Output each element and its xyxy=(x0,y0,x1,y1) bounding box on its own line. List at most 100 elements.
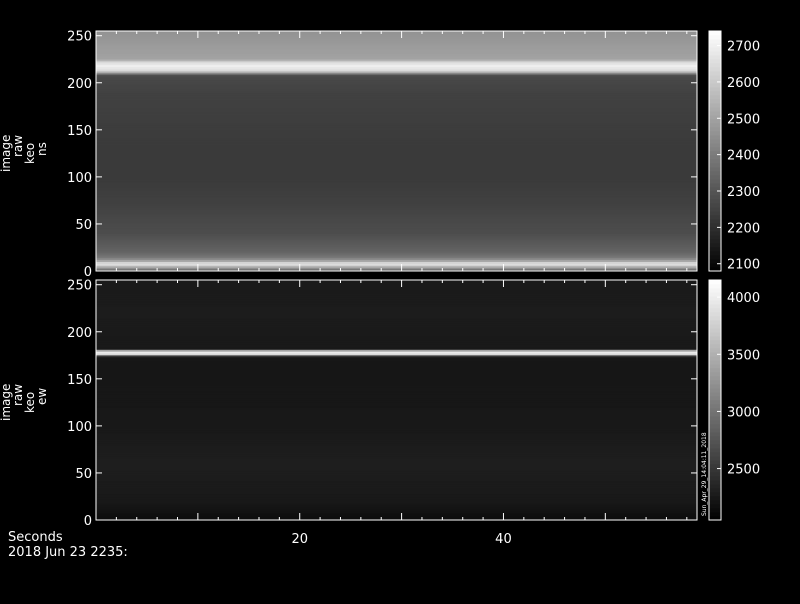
colorbar-segment xyxy=(709,195,721,200)
colorbar-segment xyxy=(709,91,721,96)
colorbar-segment xyxy=(709,179,721,184)
colorbar-segment xyxy=(709,288,721,293)
colorbar-segment xyxy=(709,139,721,144)
colorbar-segment xyxy=(709,436,721,441)
colorbar-segment xyxy=(709,476,721,481)
ylabel-line: ns xyxy=(35,142,49,156)
colorbar-segment xyxy=(709,191,721,196)
colorbar-segment xyxy=(709,492,721,497)
y-tick-label: 100 xyxy=(67,420,92,435)
colorbar-segment xyxy=(709,472,721,477)
colorbar-segment xyxy=(709,203,721,208)
colorbar-tick-label: 2600 xyxy=(727,76,760,91)
colorbar-segment xyxy=(709,432,721,437)
y-tick-label: 150 xyxy=(67,373,92,388)
colorbar-segment xyxy=(709,219,721,224)
colorbar-segment xyxy=(709,99,721,104)
colorbar-segment xyxy=(709,83,721,88)
colorbar-segment xyxy=(709,284,721,289)
colorbar-segment xyxy=(709,103,721,108)
colorbar-segment xyxy=(709,388,721,393)
colorbar-segment xyxy=(709,292,721,297)
colorbar-segment xyxy=(709,392,721,397)
colorbar-segment xyxy=(709,111,721,116)
colorbar-segment xyxy=(709,135,721,140)
colorbar-segment xyxy=(709,247,721,252)
colorbar-segment xyxy=(709,324,721,329)
colorbar-segment xyxy=(709,416,721,421)
colorbar-segment xyxy=(709,400,721,405)
colorbar-segment xyxy=(709,480,721,485)
colorbar-segment xyxy=(709,444,721,449)
colorbar-segment xyxy=(709,440,721,445)
colorbar-segment xyxy=(709,119,721,124)
colorbar-segment xyxy=(709,163,721,168)
colorbar-segment xyxy=(709,420,721,425)
colorbar-segment xyxy=(709,123,721,128)
colorbar-segment xyxy=(709,223,721,228)
colorbar-segment xyxy=(709,71,721,76)
y-tick-label: 200 xyxy=(67,326,92,341)
colorbar-segment xyxy=(709,364,721,369)
colorbar-segment xyxy=(709,412,721,417)
colorbar-segment xyxy=(709,127,721,132)
top-panel-ylabel: image raw keo ns xyxy=(0,135,49,172)
colorbar-segment xyxy=(709,332,721,337)
colorbar-segment xyxy=(709,47,721,52)
colorbar-segment xyxy=(709,131,721,136)
colorbar-segment xyxy=(709,340,721,345)
colorbar-segment xyxy=(709,67,721,72)
colorbar-segment xyxy=(709,484,721,489)
colorbar-segment xyxy=(709,183,721,188)
colorbar-tick-label: 2100 xyxy=(727,258,760,273)
y-tick-label: 50 xyxy=(75,467,92,482)
x-axis-label: Seconds xyxy=(8,530,63,545)
colorbar-segment xyxy=(709,235,721,240)
colorbar-segment xyxy=(709,87,721,92)
colorbar-segment xyxy=(709,504,721,509)
colorbar-segment xyxy=(709,428,721,433)
y-tick-label: 100 xyxy=(67,171,92,186)
keogram-figure: 0 50 100 150 200 250 2100 2200 2300 2400 2500 2600 2… xyxy=(0,0,800,600)
y-tick-label: 200 xyxy=(67,77,92,92)
colorbar-segment xyxy=(709,384,721,389)
y-tick-label: 250 xyxy=(67,279,92,294)
colorbar-segment xyxy=(709,75,721,80)
colorbar-segment xyxy=(709,143,721,148)
x-tick-label: 40 xyxy=(495,532,512,547)
colorbar-segment xyxy=(709,448,721,453)
colorbar-segment xyxy=(709,280,721,285)
y-tick-label: 0 xyxy=(84,514,92,529)
colorbar-segment xyxy=(709,300,721,305)
colorbar-segment xyxy=(709,239,721,244)
colorbar-segment xyxy=(709,336,721,341)
colorbar-segment xyxy=(709,147,721,152)
colorbar-segment xyxy=(709,312,721,317)
colorbar-segment xyxy=(709,31,721,36)
colorbar-segment xyxy=(709,396,721,401)
colorbar-segment xyxy=(709,460,721,465)
colorbar-segment xyxy=(709,356,721,361)
x-tick-label: 20 xyxy=(291,532,308,547)
colorbar-segment xyxy=(709,316,721,321)
figure-canvas: 0 50 100 150 200 250 2100 2200 2300 2400 2500 2600 2… xyxy=(67,30,760,547)
colorbar-segment xyxy=(709,59,721,64)
colorbar-segment xyxy=(709,51,721,56)
colorbar-tick-label: 4000 xyxy=(727,291,760,306)
colorbar-segment xyxy=(709,107,721,112)
colorbar-segment xyxy=(709,320,721,325)
colorbar-segment xyxy=(709,424,721,429)
colorbar-segment xyxy=(709,508,721,513)
colorbar-segment xyxy=(709,496,721,501)
colorbar-segment xyxy=(709,404,721,409)
colorbar-segment xyxy=(709,231,721,236)
colorbar-segment xyxy=(709,452,721,457)
colorbar-segment xyxy=(709,95,721,100)
ylabel-line: ew xyxy=(35,387,49,405)
y-tick-label: 150 xyxy=(67,124,92,139)
colorbar-segment xyxy=(709,39,721,44)
colorbar-segment xyxy=(709,328,721,333)
colorbar-segment xyxy=(709,215,721,220)
colorbar-segment xyxy=(709,348,721,353)
colorbar-segment xyxy=(709,167,721,172)
